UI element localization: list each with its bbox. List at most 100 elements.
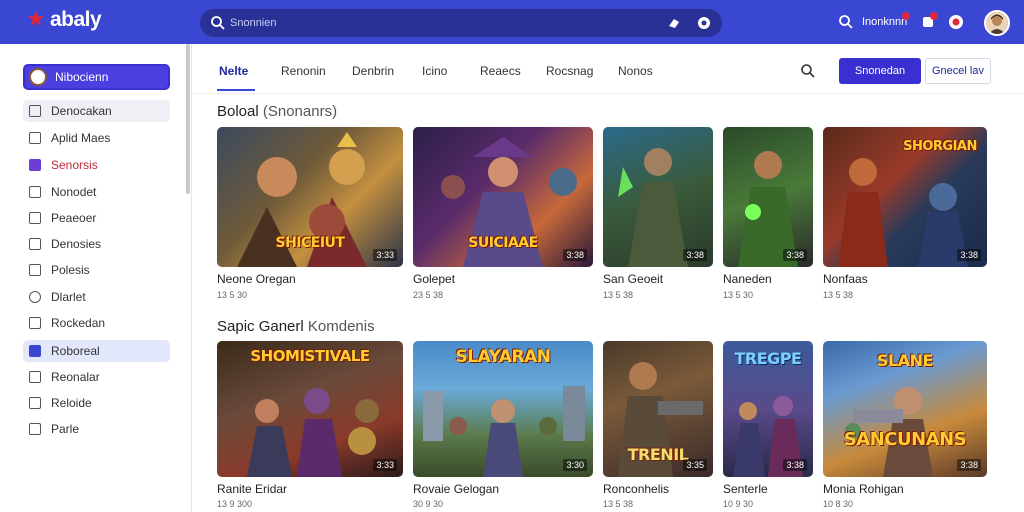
page-icon — [29, 423, 41, 435]
circle-icon — [29, 291, 41, 303]
profile-button[interactable]: Nibocienn — [23, 64, 170, 90]
video-thumbnail[interactable]: SLAYARAN 3:30 — [413, 341, 593, 477]
sidebar-item-selected[interactable]: Roboreal — [23, 340, 170, 362]
tab-item[interactable]: Reaecs — [480, 64, 521, 78]
video-thumbnail[interactable]: SUICIAAE 3:38 — [413, 127, 593, 267]
tab-item[interactable]: Nonos — [618, 64, 653, 78]
video-title[interactable]: Senterle — [723, 482, 768, 496]
video-duration: 3:38 — [957, 459, 981, 471]
video-meta: 23 5 38 — [413, 290, 444, 300]
sidebar-item[interactable]: Parle — [23, 418, 170, 440]
video-title[interactable]: Neone Oregan — [217, 272, 296, 286]
video-duration: 3:38 — [783, 249, 807, 261]
sidebar-item[interactable]: Polesis — [23, 259, 170, 281]
tag-icon — [29, 397, 41, 409]
primary-action-button[interactable]: Snonedan — [839, 58, 921, 84]
video-meta: 13 5 38 — [603, 290, 634, 300]
section-title-text: Sapic Ganerl — [217, 318, 304, 335]
video-title[interactable]: Nonfaas — [823, 272, 868, 286]
profile-label: Nibocienn — [55, 70, 109, 84]
top-bar: ★ abaly Inonknnn — [0, 0, 1024, 44]
logo-text: abaly — [50, 8, 102, 31]
sidebar-item[interactable]: Senorsis — [23, 154, 170, 176]
search-bar[interactable] — [200, 9, 722, 37]
thumbnail-text: SLANE — [877, 351, 933, 370]
video-duration: 3:38 — [957, 249, 981, 261]
apps-icon[interactable] — [948, 14, 964, 30]
app-logo[interactable]: ★ abaly — [26, 7, 102, 32]
sidebar-item[interactable]: Dlarlet — [23, 286, 170, 308]
section-title: Sapic Ganerl Komdenis — [217, 318, 375, 335]
tv-icon — [29, 371, 41, 383]
video-title[interactable]: Ranite Eridar — [217, 482, 287, 496]
video-thumbnail[interactable]: SLANE SANCUNANS 3:38 — [823, 341, 987, 477]
video-title[interactable]: Monia Rohigan — [823, 482, 904, 496]
video-thumbnail[interactable]: TRENIL 3:35 — [603, 341, 713, 477]
folder-icon — [29, 345, 41, 357]
video-duration: 3:33 — [373, 249, 397, 261]
video-meta: 13 5 30 — [217, 290, 248, 300]
video-thumbnail[interactable]: 3:38 — [723, 127, 813, 267]
video-icon — [29, 212, 41, 224]
sidebar-item[interactable]: Reloide — [23, 392, 170, 414]
thumbnail-art — [618, 148, 688, 267]
video-thumbnail[interactable]: 3:38 — [603, 127, 713, 267]
video-meta: 30 9 30 — [413, 499, 444, 509]
sidebar-item[interactable]: Reonalar — [23, 366, 170, 388]
video-meta: 13 5 38 — [823, 290, 854, 300]
sidebar-item[interactable]: Nonodet — [23, 181, 170, 203]
section-subtitle: Komdenis — [307, 318, 375, 335]
tab-item[interactable]: Rocsnag — [546, 64, 593, 78]
clock-icon — [29, 186, 41, 198]
video-thumbnail[interactable]: SHOMISTIVALE 3:33 — [217, 341, 403, 477]
camera-icon[interactable] — [696, 15, 712, 31]
sidebar-item[interactable]: Denosies — [23, 233, 170, 255]
sidebar-item[interactable]: Aplid Maes — [23, 127, 170, 149]
video-title[interactable]: San Geoeit — [603, 272, 663, 286]
video-title[interactable]: Naneden — [723, 272, 772, 286]
sidebar-scrollbar[interactable] — [186, 44, 190, 194]
video-meta: 10 8 30 — [823, 499, 854, 509]
user-avatar[interactable] — [984, 10, 1010, 36]
video-duration: 3:38 — [783, 459, 807, 471]
square-icon — [29, 317, 41, 329]
thumbnail-text: SANCUNANS — [843, 429, 967, 450]
notification-badge — [902, 12, 910, 20]
voice-search-icon[interactable] — [666, 15, 682, 31]
section-title-text: Boloal — [217, 103, 259, 120]
document-icon — [29, 105, 41, 117]
message-badge — [930, 12, 938, 20]
search-icon[interactable] — [838, 14, 854, 30]
avatar-face-icon — [986, 12, 1008, 34]
search-icon[interactable] — [800, 63, 816, 79]
video-thumbnail[interactable]: TREGPE 3:38 — [723, 341, 813, 477]
sidebar-item[interactable]: Peaeoer — [23, 207, 170, 229]
thumbnail-art — [738, 151, 798, 267]
tab-item[interactable]: Renonin — [281, 64, 326, 78]
sidebar-item[interactable]: Denocakan — [23, 100, 170, 122]
arrow-icon — [29, 132, 41, 144]
list-icon — [29, 238, 41, 250]
profile-avatar — [29, 68, 47, 86]
video-meta: 13 9 300 — [217, 499, 253, 509]
thumbnail-text: SHOMISTIVALE — [250, 347, 370, 365]
video-title[interactable]: Ronconhelis — [603, 482, 669, 496]
sidebar-item[interactable]: Rockedan — [23, 312, 170, 334]
secondary-action-button[interactable]: Gnecel lav — [925, 58, 991, 84]
search-icon — [211, 16, 225, 30]
video-duration: 3:38 — [563, 249, 587, 261]
clipboard-icon — [29, 264, 41, 276]
active-tab-indicator — [217, 89, 255, 91]
top-nav-link[interactable]: Inonknnn — [862, 16, 907, 28]
video-title[interactable]: Golepet — [413, 272, 455, 286]
tab-item[interactable]: Icino — [422, 64, 447, 78]
tab-home[interactable]: Nelte — [219, 64, 248, 78]
tab-item[interactable]: Denbrin — [352, 64, 394, 78]
video-title[interactable]: Rovaie Gelogan — [413, 482, 499, 496]
video-thumbnail[interactable]: SHORGIAN 3:38 — [823, 127, 987, 267]
thumbnail-text: TREGPE — [734, 349, 802, 368]
check-icon — [29, 159, 41, 171]
logo-star-icon: ★ — [26, 7, 46, 32]
video-thumbnail[interactable]: SHICEIUT 3:33 — [217, 127, 403, 267]
search-input[interactable] — [230, 13, 650, 33]
